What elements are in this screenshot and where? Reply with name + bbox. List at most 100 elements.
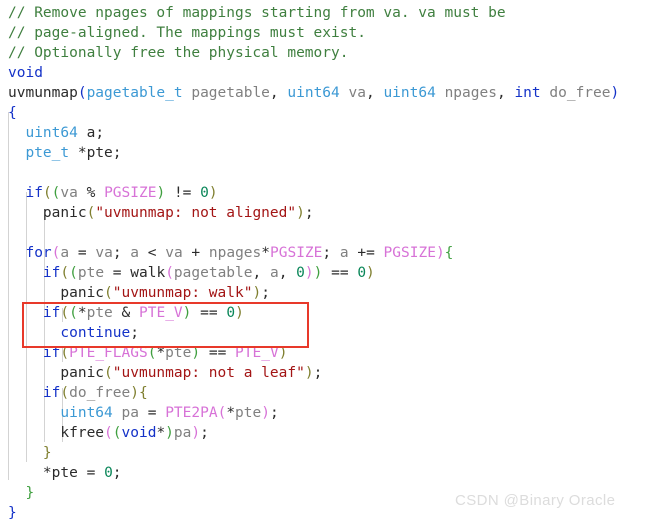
- code-token: pte: [235, 405, 262, 421]
- code-token: 0: [357, 265, 367, 281]
- code-token: &: [121, 305, 131, 321]
- code-token: PTE_V: [139, 305, 183, 321]
- code-token: ): [261, 405, 270, 421]
- code-token: (: [165, 265, 174, 281]
- code-line[interactable]: }: [0, 443, 652, 463]
- code-line[interactable]: if((*pte & PTE_V) == 0): [0, 303, 652, 323]
- code-line[interactable]: *pte = 0;: [0, 463, 652, 483]
- code-token: pte: [51, 465, 78, 481]
- code-token: ;: [112, 245, 131, 261]
- code-line[interactable]: for(a = va; a < va + npages*PGSIZE; a +=…: [0, 243, 652, 263]
- code-line[interactable]: uint64 pa = PTE2PA(*pte);: [0, 403, 652, 423]
- code-token: "uvmunmap: not aligned": [95, 205, 297, 221]
- code-token: 0: [296, 265, 305, 281]
- code-token: PTE2PA: [165, 405, 218, 421]
- code-token: pagetable: [191, 85, 270, 101]
- code-token: ==: [208, 345, 227, 361]
- csdn-watermark: CSDN @Binary Oracle: [455, 492, 616, 509]
- code-token: pte: [86, 145, 113, 161]
- code-line[interactable]: continue;: [0, 323, 652, 343]
- code-token: va: [60, 185, 78, 201]
- code-token: 0: [104, 465, 113, 481]
- code-token: ,: [496, 85, 506, 101]
- code-token: uint64: [287, 85, 340, 101]
- code-token: ): [304, 365, 314, 381]
- code-line[interactable]: [0, 163, 652, 183]
- code-token: ): [235, 305, 244, 321]
- code-token: (: [42, 185, 52, 201]
- code-token: *: [77, 305, 87, 321]
- code-line[interactable]: pte_t *pte;: [0, 143, 652, 163]
- code-line[interactable]: if(do_free){: [0, 383, 652, 403]
- code-token: if: [25, 185, 43, 201]
- code-token: }: [25, 485, 35, 501]
- code-token: ;: [322, 245, 340, 261]
- code-token: panic: [60, 365, 105, 381]
- code-token: (: [69, 265, 78, 281]
- code-token: *: [156, 425, 166, 441]
- code-token: *: [156, 345, 166, 361]
- code-line[interactable]: kfree((void*)pa);: [0, 423, 652, 443]
- code-line[interactable]: uint64 a;: [0, 123, 652, 143]
- code-line[interactable]: // Remove npages of mappings starting fr…: [0, 3, 652, 23]
- code-line[interactable]: if((pte = walk(pagetable, a, 0)) == 0): [0, 263, 652, 283]
- code-token: "uvmunmap: walk": [112, 285, 253, 301]
- code-line[interactable]: [0, 223, 652, 243]
- code-token: (: [104, 285, 113, 301]
- code-token: =: [77, 245, 87, 261]
- code-block[interactable]: // Remove npages of mappings starting fr…: [0, 0, 652, 523]
- code-token: 0: [226, 305, 236, 321]
- code-token: }: [42, 445, 52, 461]
- code-line[interactable]: // page-aligned. The mappings must exist…: [0, 23, 652, 43]
- code-token: uint64: [60, 405, 113, 421]
- code-token: pa: [121, 405, 139, 421]
- code-token: walk: [130, 265, 166, 281]
- code-line[interactable]: if(PTE_FLAGS(*pte) == PTE_V): [0, 343, 652, 363]
- code-line[interactable]: if((va % PGSIZE) != 0): [0, 183, 652, 203]
- code-line[interactable]: // Optionally free the physical memory.: [0, 43, 652, 63]
- code-token: int: [514, 85, 541, 101]
- code-line[interactable]: panic("uvmunmap: not a leaf");: [0, 363, 652, 383]
- code-line[interactable]: panic("uvmunmap: walk");: [0, 283, 652, 303]
- code-token: ;: [112, 465, 122, 481]
- code-token: ,: [278, 265, 297, 281]
- code-token: ): [610, 85, 620, 101]
- code-token: ): [130, 385, 139, 401]
- code-line[interactable]: panic("uvmunmap: not aligned");: [0, 203, 652, 223]
- code-token: (: [69, 305, 78, 321]
- code-token: void: [8, 65, 43, 81]
- code-token: ;: [130, 325, 139, 341]
- code-token: ;: [261, 285, 270, 301]
- code-token: continue: [60, 325, 131, 341]
- code-token: if: [42, 305, 61, 321]
- code-line[interactable]: uvmunmap(pagetable_t pagetable, uint64 v…: [0, 83, 652, 103]
- code-token: ): [165, 425, 174, 441]
- code-token: npages: [444, 85, 497, 101]
- code-token: va: [95, 245, 113, 261]
- code-line[interactable]: void: [0, 63, 652, 83]
- code-line[interactable]: {: [0, 103, 652, 123]
- code-token: ,: [365, 85, 375, 101]
- code-token: PGSIZE: [383, 245, 436, 261]
- code-token: PTE_V: [235, 345, 279, 361]
